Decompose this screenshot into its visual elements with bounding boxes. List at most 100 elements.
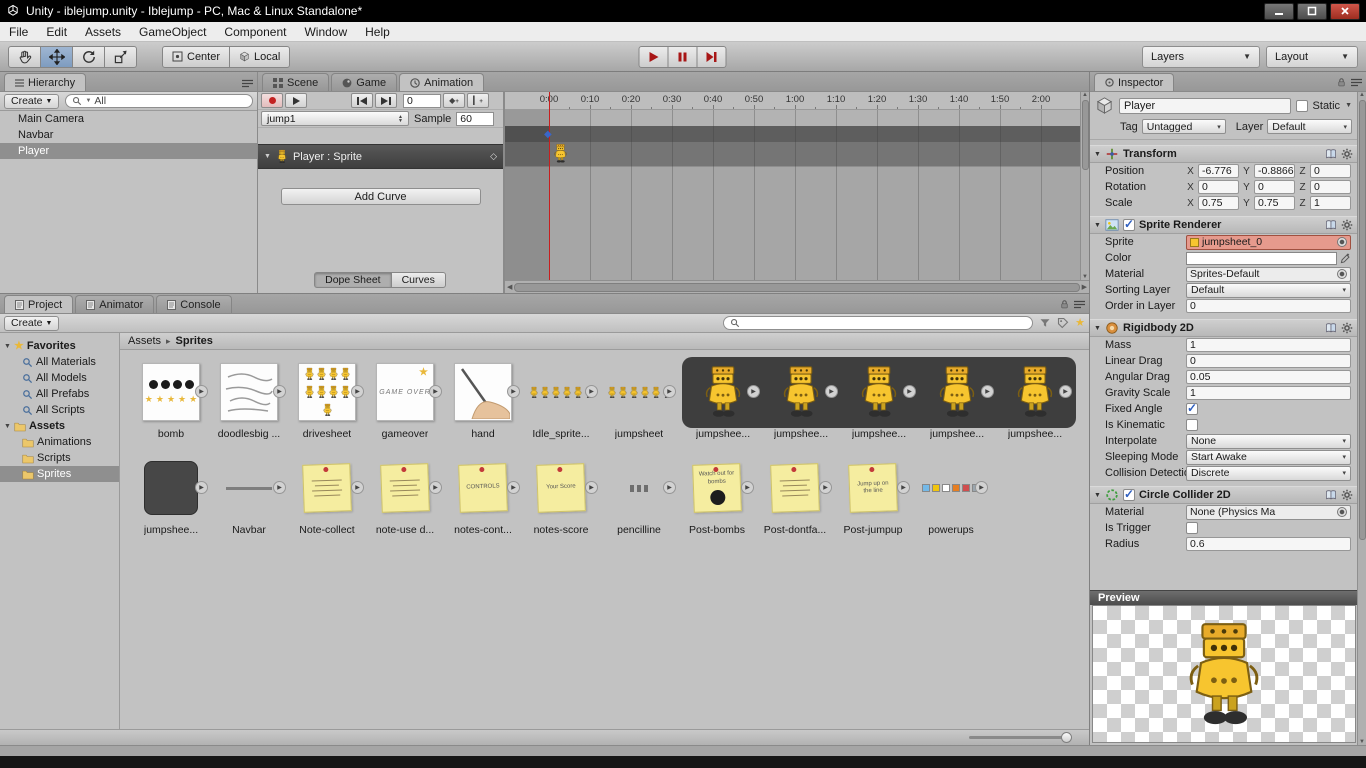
timeline-ruler[interactable]: 0:000:100:200:300:400:501:001:101:201:30…: [505, 92, 1080, 110]
add-keyframe-button[interactable]: ◆+: [443, 93, 465, 108]
project-item-post-jumpup[interactable]: Jump up on the line▶Post-jumpup: [834, 456, 912, 536]
project-item-navbar[interactable]: ▶Navbar: [210, 456, 288, 536]
create-button[interactable]: Create▼: [4, 94, 59, 109]
axis-value-field[interactable]: 0: [1310, 180, 1351, 194]
pause-button[interactable]: [668, 46, 698, 68]
expand-arrow-icon[interactable]: ▶: [585, 385, 598, 398]
scrollbar-thumb[interactable]: [1082, 100, 1089, 170]
expand-arrow-icon[interactable]: ▶: [429, 481, 442, 494]
project-item-jumpshee[interactable]: ▶jumpshee...: [762, 360, 840, 440]
expand-arrow-icon[interactable]: ▶: [747, 385, 760, 398]
static-checkbox[interactable]: [1296, 100, 1308, 112]
project-item-notes-cont[interactable]: CONTROLS▶notes-cont...: [444, 456, 522, 536]
favorites-star-icon[interactable]: ★: [1075, 318, 1085, 328]
tab-hierarchy[interactable]: Hierarchy: [4, 73, 86, 91]
tag-dropdown[interactable]: Untagged▾: [1142, 119, 1226, 134]
project-item-jumpshee[interactable]: ▶jumpshee...: [996, 360, 1074, 440]
close-button[interactable]: [1330, 3, 1360, 20]
tree-item-all-models[interactable]: All Models: [0, 370, 119, 386]
component-enabled-checkbox[interactable]: [1123, 489, 1135, 501]
axis-value-field[interactable]: 0: [1198, 180, 1239, 194]
expand-arrow-icon[interactable]: ▶: [351, 385, 364, 398]
menu-edit[interactable]: Edit: [37, 22, 76, 41]
maximize-button[interactable]: [1297, 3, 1327, 20]
menu-assets[interactable]: Assets: [76, 22, 130, 41]
value-field[interactable]: 0: [1186, 354, 1351, 368]
expand-arrow-icon[interactable]: ▶: [819, 481, 832, 494]
menu-component[interactable]: Component: [215, 22, 295, 41]
component-header-transform[interactable]: ▼Transform: [1090, 145, 1357, 163]
animation-play-button[interactable]: [285, 93, 307, 108]
add-curve-button[interactable]: Add Curve: [281, 188, 481, 205]
component-header-rigidbody-2d[interactable]: ▼Rigidbody 2D: [1090, 319, 1357, 337]
object-picker-icon[interactable]: [1337, 237, 1347, 247]
dope-sheet-button[interactable]: Dope Sheet: [314, 272, 391, 288]
hierarchy-item-navbar[interactable]: Navbar: [0, 127, 257, 143]
timeline-vertical-scrollbar[interactable]: ▲▼: [1080, 92, 1089, 280]
axis-value-field[interactable]: -6.776: [1198, 164, 1239, 178]
menu-help[interactable]: Help: [356, 22, 399, 41]
gameobject-name-field[interactable]: Player: [1119, 98, 1291, 114]
sprite-object-field[interactable]: jumpsheet_0: [1186, 235, 1351, 250]
project-item-hand[interactable]: ▶hand: [444, 360, 522, 440]
keyframe-diamond-icon[interactable]: ◆: [544, 129, 552, 140]
project-item-jumpshee[interactable]: ▶jumpshee...: [684, 360, 762, 440]
breadcrumb-current[interactable]: Sprites: [176, 335, 213, 347]
panel-menu-icon[interactable]: [1074, 300, 1085, 309]
keyframe-sprite-thumbnail[interactable]: [552, 143, 569, 167]
panel-menu-icon[interactable]: [1351, 78, 1362, 87]
minimize-button[interactable]: [1264, 3, 1294, 20]
tab-scene[interactable]: Scene: [262, 73, 329, 91]
axis-value-field[interactable]: 1: [1310, 196, 1351, 210]
space-local-button[interactable]: Local: [229, 46, 290, 68]
fold-triangle-icon[interactable]: ▼: [1094, 222, 1101, 229]
record-button[interactable]: [261, 93, 283, 108]
static-chevron-icon[interactable]: ▼: [1345, 102, 1352, 109]
project-item-bomb[interactable]: ★★★★★▶bomb: [132, 360, 210, 440]
expand-arrow-icon[interactable]: ▶: [507, 481, 520, 494]
project-search-input[interactable]: [723, 316, 1033, 330]
create-button[interactable]: Create▼: [4, 316, 59, 331]
hierarchy-item-main-camera[interactable]: Main Camera: [0, 111, 257, 127]
frame-field[interactable]: 0: [403, 94, 441, 108]
expand-arrow-icon[interactable]: ▶: [663, 481, 676, 494]
play-button[interactable]: [639, 46, 669, 68]
value-field[interactable]: 1: [1186, 386, 1351, 400]
scale-tool[interactable]: [104, 46, 137, 68]
project-item-doodlesbig[interactable]: ▶doodlesbig ...: [210, 360, 288, 440]
tab-project[interactable]: Project: [4, 295, 73, 313]
axis-value-field[interactable]: 0.75: [1254, 196, 1295, 210]
expand-arrow-icon[interactable]: ▶: [273, 385, 286, 398]
value-field[interactable]: 0.05: [1186, 370, 1351, 384]
panel-menu-icon[interactable]: [242, 79, 253, 88]
scrollbar-thumb[interactable]: [514, 283, 1079, 292]
project-item-note-collect[interactable]: ▶Note-collect: [288, 456, 366, 536]
playhead[interactable]: [549, 92, 550, 280]
expand-arrow-icon[interactable]: ▶: [741, 481, 754, 494]
timeline[interactable]: 0:000:100:200:300:400:501:001:101:201:30…: [505, 92, 1080, 280]
fold-triangle-icon[interactable]: ▼: [4, 343, 11, 350]
axis-value-field[interactable]: 0: [1254, 180, 1295, 194]
expand-arrow-icon[interactable]: ▶: [195, 481, 208, 494]
axis-value-field[interactable]: -0.8866: [1254, 164, 1295, 178]
object-picker-icon[interactable]: [1337, 507, 1347, 517]
menu-gameobject[interactable]: GameObject: [130, 22, 215, 41]
menu-window[interactable]: Window: [295, 22, 356, 41]
project-item-post-dontfa[interactable]: ▶Post-dontfa...: [756, 456, 834, 536]
breadcrumb-root[interactable]: Assets: [128, 335, 161, 347]
animation-track-header[interactable]: ▼ Player : Sprite ◇: [258, 144, 503, 169]
tab-console[interactable]: Console: [156, 295, 231, 313]
project-item-drivesheet[interactable]: ▶drivesheet: [288, 360, 366, 440]
curves-button[interactable]: Curves: [391, 272, 446, 288]
color-swatch[interactable]: [1186, 252, 1337, 265]
fold-triangle-icon[interactable]: ▼: [1094, 151, 1101, 158]
rotate-tool[interactable]: [72, 46, 105, 68]
expand-arrow-icon[interactable]: ▶: [903, 385, 916, 398]
tree-item-all-prefabs[interactable]: All Prefabs: [0, 386, 119, 402]
menu-file[interactable]: File: [0, 22, 37, 41]
tree-item-assets[interactable]: ▼Assets: [0, 418, 119, 434]
tree-item-animations[interactable]: Animations: [0, 434, 119, 450]
lock-icon[interactable]: [1336, 77, 1347, 88]
value-field[interactable]: 0: [1186, 299, 1351, 313]
preview-header[interactable]: Preview: [1090, 590, 1357, 605]
